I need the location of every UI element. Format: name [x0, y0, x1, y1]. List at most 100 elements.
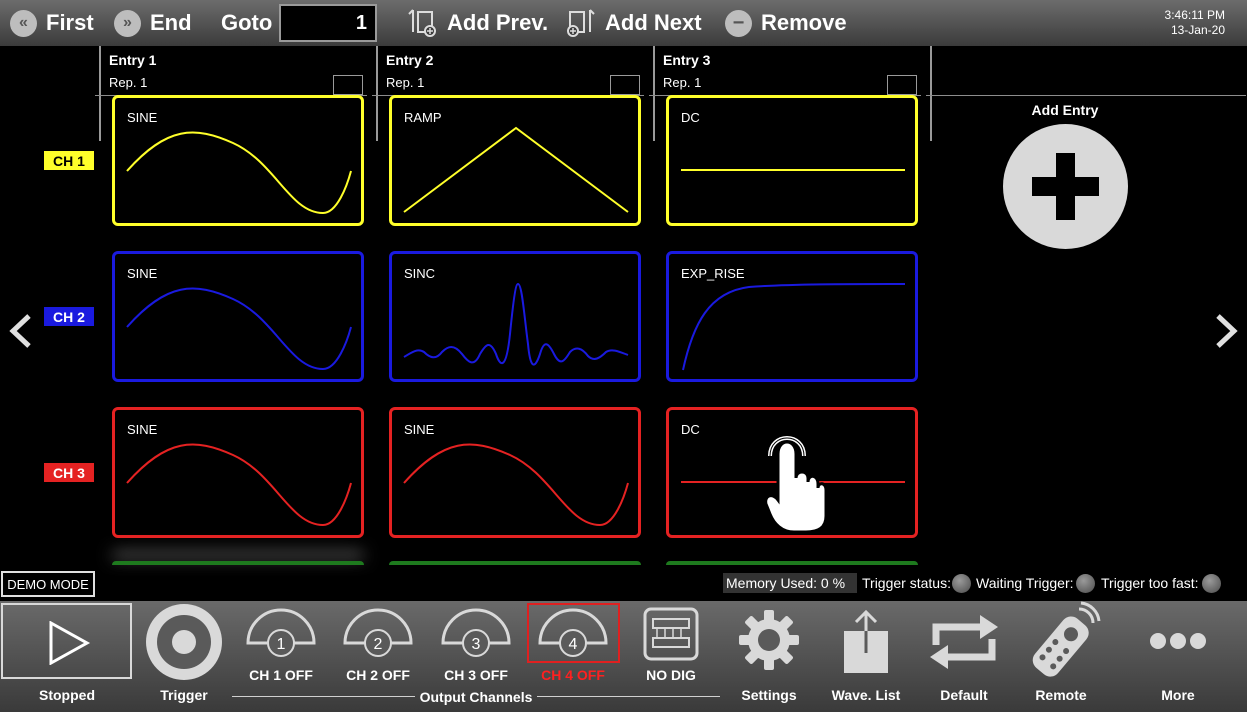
half-circle-channel-icon: 2: [343, 608, 413, 657]
entry-2-rep: Rep. 1: [386, 75, 425, 90]
entry-1-rep: Rep. 1: [109, 75, 148, 90]
ch-2-label[interactable]: CH 2: [44, 307, 94, 326]
channel-number: 2: [374, 636, 383, 653]
trigger-button[interactable]: Trigger: [134, 601, 234, 709]
entry-divider: [99, 46, 101, 141]
ch-3-label[interactable]: CH 3: [44, 463, 94, 482]
trigger-label: Trigger: [160, 687, 208, 703]
ch-1-output-label: CH 1 OFF: [249, 667, 313, 683]
chevron-right-icon[interactable]: [1212, 310, 1242, 352]
first-button[interactable]: « First: [10, 0, 94, 46]
waveform-cell-ch4-partial[interactable]: [112, 561, 364, 565]
entry-divider: [653, 46, 655, 141]
minus-circle-icon: −: [725, 9, 752, 37]
goto-input[interactable]: [279, 4, 377, 42]
remote-label: Remote: [1035, 687, 1087, 703]
waveform-cell-ch1-entry3[interactable]: DC: [666, 95, 918, 226]
trigger-status-led: [952, 574, 971, 593]
waveform-cell-ch2-entry1[interactable]: SINE: [112, 251, 364, 382]
waveform-cell-ch1-entry1[interactable]: SINE: [112, 95, 364, 226]
default-button[interactable]: Default: [914, 601, 1014, 709]
clock-time: 3:46:11 PM: [1164, 8, 1225, 22]
ch-1-label[interactable]: CH 1: [44, 151, 94, 170]
wave-list-label: Wave. List: [831, 687, 901, 703]
add-entry-button[interactable]: [1003, 124, 1128, 249]
remote-button[interactable]: Remote: [1011, 601, 1111, 709]
memory-used: Memory Used: 0 %: [723, 573, 857, 593]
stopped-button[interactable]: Stopped: [1, 601, 133, 709]
waveform-name: SINC: [404, 266, 436, 281]
waveform-cell-ch1-entry2[interactable]: RAMP: [389, 95, 641, 226]
ch-1-output-button[interactable]: 1 CH 1 OFF: [231, 601, 331, 709]
waveform-cell-ch2-entry3[interactable]: EXP_RISE: [666, 251, 918, 382]
entry-divider: [376, 46, 378, 141]
half-circle-channel-icon: 1: [246, 608, 316, 657]
more-button[interactable]: More: [1128, 601, 1228, 709]
entry-2-title[interactable]: Entry 2: [386, 52, 433, 68]
entry-2-checkbox[interactable]: [610, 75, 640, 95]
first-label: First: [46, 10, 94, 35]
waveform-cell-ch3-entry2[interactable]: SINE: [389, 407, 641, 538]
record-icon: [146, 604, 222, 680]
output-channels-divider: [537, 696, 720, 697]
goto-label: Goto: [221, 10, 273, 35]
channel-number: 4: [569, 636, 578, 653]
chevron-left-icon[interactable]: [5, 310, 35, 352]
ch-4-output-label: CH 4 OFF: [541, 667, 605, 683]
dc-wave-plot: [681, 169, 905, 171]
no-dig-button[interactable]: NO DIG: [621, 601, 721, 709]
clock-date: 13-Jan-20: [1170, 23, 1225, 37]
remove-button[interactable]: − Remove: [725, 0, 847, 46]
output-channels-label: Output Channels: [419, 689, 533, 705]
entry-3-title[interactable]: Entry 3: [663, 52, 710, 68]
waveform-cell-ch3-entry1[interactable]: SINE: [112, 407, 364, 538]
waveform-cell-ch2-entry2[interactable]: SINC: [389, 251, 641, 382]
settings-label: Settings: [741, 687, 797, 703]
entry-3-checkbox[interactable]: [887, 75, 917, 95]
ellipsis-icon: [1150, 633, 1206, 649]
half-circle-channel-icon: 3: [441, 608, 511, 657]
channel-number: 3: [472, 636, 481, 653]
double-chevron-left-icon: «: [10, 9, 37, 37]
play-icon: [49, 621, 91, 665]
trigger-too-fast-label: Trigger too fast:: [1101, 575, 1199, 591]
waveform-name: RAMP: [404, 110, 442, 125]
default-label: Default: [940, 687, 988, 703]
ch-2-output-button[interactable]: 2 CH 2 OFF: [328, 601, 428, 709]
ch-2-output-label: CH 2 OFF: [346, 667, 410, 683]
gear-icon: [739, 610, 799, 670]
waveform-name: SINE: [127, 110, 158, 125]
end-button[interactable]: » End: [114, 0, 192, 46]
entry-divider: [930, 46, 932, 141]
plus-icon: [1056, 153, 1075, 220]
entry-1-checkbox[interactable]: [333, 75, 363, 95]
settings-button[interactable]: Settings: [719, 601, 819, 709]
waveform-name: SINE: [127, 422, 158, 437]
ch-4-output-button[interactable]: 4 CH 4 OFF: [523, 601, 623, 709]
entry-underline: [926, 95, 1246, 96]
add-prev-button[interactable]: Add Prev.: [408, 0, 548, 46]
demo-mode-badge: DEMO MODE: [1, 571, 95, 597]
insert-before-icon: [408, 9, 436, 37]
add-next-label: Add Next: [605, 10, 702, 35]
add-next-button[interactable]: Add Next: [566, 0, 702, 46]
add-entry-label: Add Entry: [1031, 102, 1099, 118]
waveform-cell-ch4-partial[interactable]: [389, 561, 641, 565]
waveform-name: DC: [681, 422, 700, 437]
output-channels-divider: [232, 696, 415, 697]
waveform-name: DC: [681, 110, 700, 125]
remove-label: Remove: [761, 10, 847, 35]
waveform-name: SINE: [127, 266, 158, 281]
repeat-icon: [930, 615, 998, 669]
ch-3-output-label: CH 3 OFF: [444, 667, 508, 683]
remote-control-icon: [1032, 601, 1101, 677]
hand-pointer-icon: [764, 436, 828, 534]
half-circle-channel-icon: 4: [538, 608, 608, 657]
waiting-trigger-led: [1076, 574, 1095, 593]
wave-list-button[interactable]: Wave. List: [816, 601, 916, 709]
channel-number: 1: [277, 636, 286, 653]
digital-chip-icon: [643, 607, 699, 661]
waveform-cell-ch4-partial[interactable]: [666, 561, 918, 565]
entry-1-title[interactable]: Entry 1: [109, 52, 156, 68]
waiting-trigger-label: Waiting Trigger:: [976, 575, 1074, 591]
